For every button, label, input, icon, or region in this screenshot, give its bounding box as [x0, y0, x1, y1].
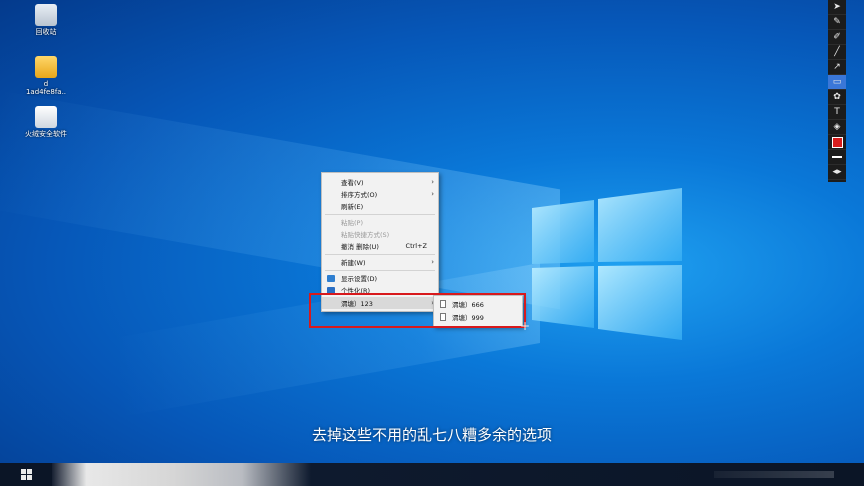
line-tool-icon[interactable]: ╱ [828, 45, 846, 60]
menu-item-undo-delete[interactable]: 撤消 删除(U) Ctrl+Z [322, 240, 438, 252]
desktop-icon-file[interactable]: d 1ad4fe8fa.. [24, 56, 68, 96]
pointer-tool-icon[interactable]: ➤ [828, 0, 846, 15]
menu-item-view[interactable]: 查看(V) › [322, 176, 438, 188]
desktop-icon-label: 火绒安全软件 [25, 130, 67, 138]
desktop-icon-label: d 1ad4fe8fa.. [25, 80, 67, 96]
shortcut-label: Ctrl+Z [405, 242, 427, 250]
arrow-tool-icon[interactable]: ↗ [828, 60, 846, 75]
marker-tool-icon[interactable]: ✐ [828, 30, 846, 45]
windows-start-icon [20, 469, 32, 480]
file-shortcut-icon [35, 56, 57, 78]
menu-separator [325, 214, 435, 215]
menu-item-display-settings[interactable]: 显示设置(D) [322, 272, 438, 284]
eraser-tool-icon[interactable]: ◈ [828, 120, 846, 135]
menu-item-sort-by[interactable]: 排序方式(O) › [322, 188, 438, 200]
expand-toolbar-icon[interactable]: ◂▸ [828, 165, 846, 180]
huorong-app-icon [35, 106, 57, 128]
menu-separator [325, 254, 435, 255]
annotation-highlight-box [309, 293, 526, 328]
color-swatch[interactable] [828, 135, 846, 150]
taskbar [0, 463, 864, 486]
desktop-icon-label: 回收站 [35, 28, 57, 36]
crosshair-cursor-icon: + [520, 319, 531, 333]
chevron-right-icon: › [431, 258, 434, 266]
windows-logo-wallpaper [532, 188, 682, 340]
rectangle-tool-icon[interactable]: ▭ [828, 75, 846, 90]
menu-item-new[interactable]: 新建(W) › [322, 256, 438, 268]
desktop-icon-recycle-bin[interactable]: 回收站 [24, 4, 68, 36]
text-tool-icon[interactable]: T [828, 105, 846, 120]
start-button[interactable] [0, 463, 52, 486]
recycle-bin-icon [35, 4, 57, 26]
line-width-icon[interactable] [828, 150, 846, 165]
system-tray[interactable] [714, 471, 834, 478]
chevron-right-icon: › [431, 190, 434, 198]
wallpaper-light-beam [0, 90, 560, 310]
fill-tool-icon[interactable]: ✿ [828, 90, 846, 105]
annotation-toolbar: ➤ ✎ ✐ ╱ ↗ ▭ ✿ T ◈ ◂▸ [828, 0, 846, 182]
menu-item-paste-shortcut: 粘贴快捷方式(S) [341, 231, 390, 239]
desktop-context-menu: 查看(V) › 排序方式(O) › 刷新(E) 粘贴(P) 粘贴快捷方式(S) 撤消… [321, 172, 439, 312]
video-subtitle: 去掉这些不用的乱七八糟多余的选项 [311, 426, 552, 444]
menu-item-refresh[interactable]: 刷新(E) [322, 200, 438, 212]
chevron-right-icon: › [431, 178, 434, 186]
pen-tool-icon[interactable]: ✎ [828, 15, 846, 30]
desktop-icon-huorong[interactable]: 火绒安全软件 [24, 106, 68, 138]
display-icon [327, 274, 335, 282]
menu-separator [325, 270, 435, 271]
menu-item-paste: 粘贴(P) [341, 219, 363, 227]
